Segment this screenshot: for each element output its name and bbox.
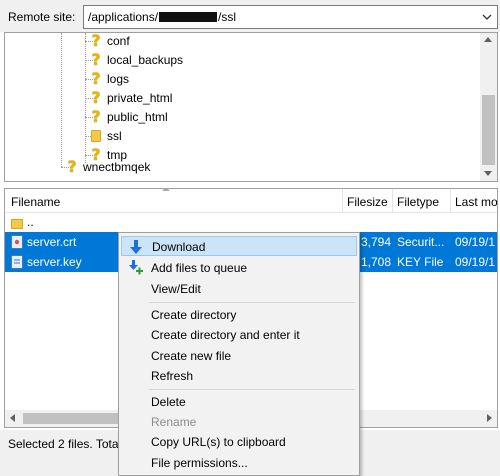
tree-vertical-scrollbar[interactable] xyxy=(480,33,497,181)
file-size: 1,708 xyxy=(361,255,392,269)
menu-item-copy-url[interactable]: Copy URL(s) to clipboard xyxy=(121,432,357,452)
scroll-down-arrow-icon[interactable] xyxy=(484,171,492,176)
scrollbar-thumb[interactable] xyxy=(23,413,119,424)
folder-icon xyxy=(91,130,101,142)
tree-item-logs[interactable]: ? logs xyxy=(89,70,129,88)
remote-site-bar: Remote site: /applications//ssl xyxy=(0,0,500,32)
tree-item-public-html[interactable]: ? public_html xyxy=(89,107,167,126)
tree-item-private-html[interactable]: ? private_html xyxy=(89,89,172,107)
column-separator[interactable] xyxy=(392,189,393,213)
column-header-filesize[interactable]: Filesize xyxy=(347,195,388,209)
status-text: Selected 2 files. Tota xyxy=(8,437,119,451)
question-mark-folder-icon: ? xyxy=(91,32,101,50)
key-file-icon xyxy=(11,255,23,269)
tree-item-wnectbmqek[interactable]: ? wnectbmqek xyxy=(65,158,150,176)
question-mark-folder-icon: ? xyxy=(91,88,101,107)
column-header-filetype[interactable]: Filetype xyxy=(397,195,439,209)
remote-site-label: Remote site: xyxy=(8,10,76,24)
tree-item-local-backups[interactable]: ? local_backups xyxy=(89,51,183,69)
file-type: KEY File xyxy=(397,255,444,269)
redaction-bar xyxy=(159,11,218,22)
file-list-header: Filename Filesize Filetype Last mo xyxy=(5,189,497,213)
menu-separator xyxy=(149,302,355,303)
file-name: server.key xyxy=(27,255,82,269)
chevron-down-icon[interactable] xyxy=(482,12,492,22)
tree-connector xyxy=(61,33,62,167)
file-row-parent[interactable]: .. xyxy=(5,213,497,233)
column-header-last-modified[interactable]: Last mo xyxy=(455,195,497,209)
question-mark-folder-icon: ? xyxy=(67,157,77,176)
menu-item-download[interactable]: Download xyxy=(121,236,357,256)
menu-item-create-directory[interactable]: Create directory xyxy=(121,305,357,325)
sort-indicator-icon xyxy=(162,189,170,191)
menu-item-delete[interactable]: Delete xyxy=(121,392,357,412)
menu-item-create-directory-enter[interactable]: Create directory and enter it xyxy=(121,325,357,345)
menu-item-rename: Rename xyxy=(151,415,197,429)
file-modified: 09/19/1 xyxy=(455,235,496,249)
add-to-queue-icon xyxy=(129,260,143,275)
parent-folder-icon xyxy=(11,219,23,229)
column-separator[interactable] xyxy=(450,189,451,213)
menu-separator xyxy=(149,389,355,390)
tree-item-conf[interactable]: ? conf xyxy=(89,32,129,50)
menu-item-file-permissions[interactable]: File permissions... xyxy=(121,453,357,473)
menu-item-refresh[interactable]: Refresh xyxy=(121,366,357,386)
file-name: server.crt xyxy=(27,235,77,249)
file-size: 3,794 xyxy=(361,235,392,249)
file-modified: 09/19/1 xyxy=(455,255,496,269)
remote-directory-tree[interactable]: ? conf ? local_backups ? logs ? private_… xyxy=(4,32,498,182)
scroll-left-arrow-icon[interactable] xyxy=(10,414,15,422)
question-mark-folder-icon: ? xyxy=(91,50,101,69)
file-name: .. xyxy=(27,215,34,229)
column-separator[interactable] xyxy=(342,189,343,213)
remote-site-path-combo[interactable]: /applications//ssl xyxy=(83,5,498,29)
certificate-file-icon xyxy=(11,235,23,249)
scroll-right-arrow-icon[interactable] xyxy=(487,414,492,422)
menu-item-create-new-file[interactable]: Create new file xyxy=(121,346,357,366)
menu-item-add-to-queue[interactable]: Add files to queue xyxy=(121,258,357,278)
tree-item-ssl[interactable]: ssl xyxy=(89,127,122,145)
context-menu: Download Add files to queue View/Edit Cr… xyxy=(118,232,360,476)
file-type: Securit... xyxy=(397,235,445,249)
download-arrow-icon xyxy=(130,240,142,254)
scrollbar-thumb[interactable] xyxy=(482,95,495,165)
remote-site-path: /applications//ssl xyxy=(88,10,237,24)
column-header-filename[interactable]: Filename xyxy=(11,195,60,209)
scroll-up-arrow-icon[interactable] xyxy=(484,37,492,42)
question-mark-folder-icon: ? xyxy=(91,69,101,88)
question-mark-folder-icon: ? xyxy=(91,107,101,126)
menu-item-view-edit[interactable]: View/Edit xyxy=(121,279,357,299)
